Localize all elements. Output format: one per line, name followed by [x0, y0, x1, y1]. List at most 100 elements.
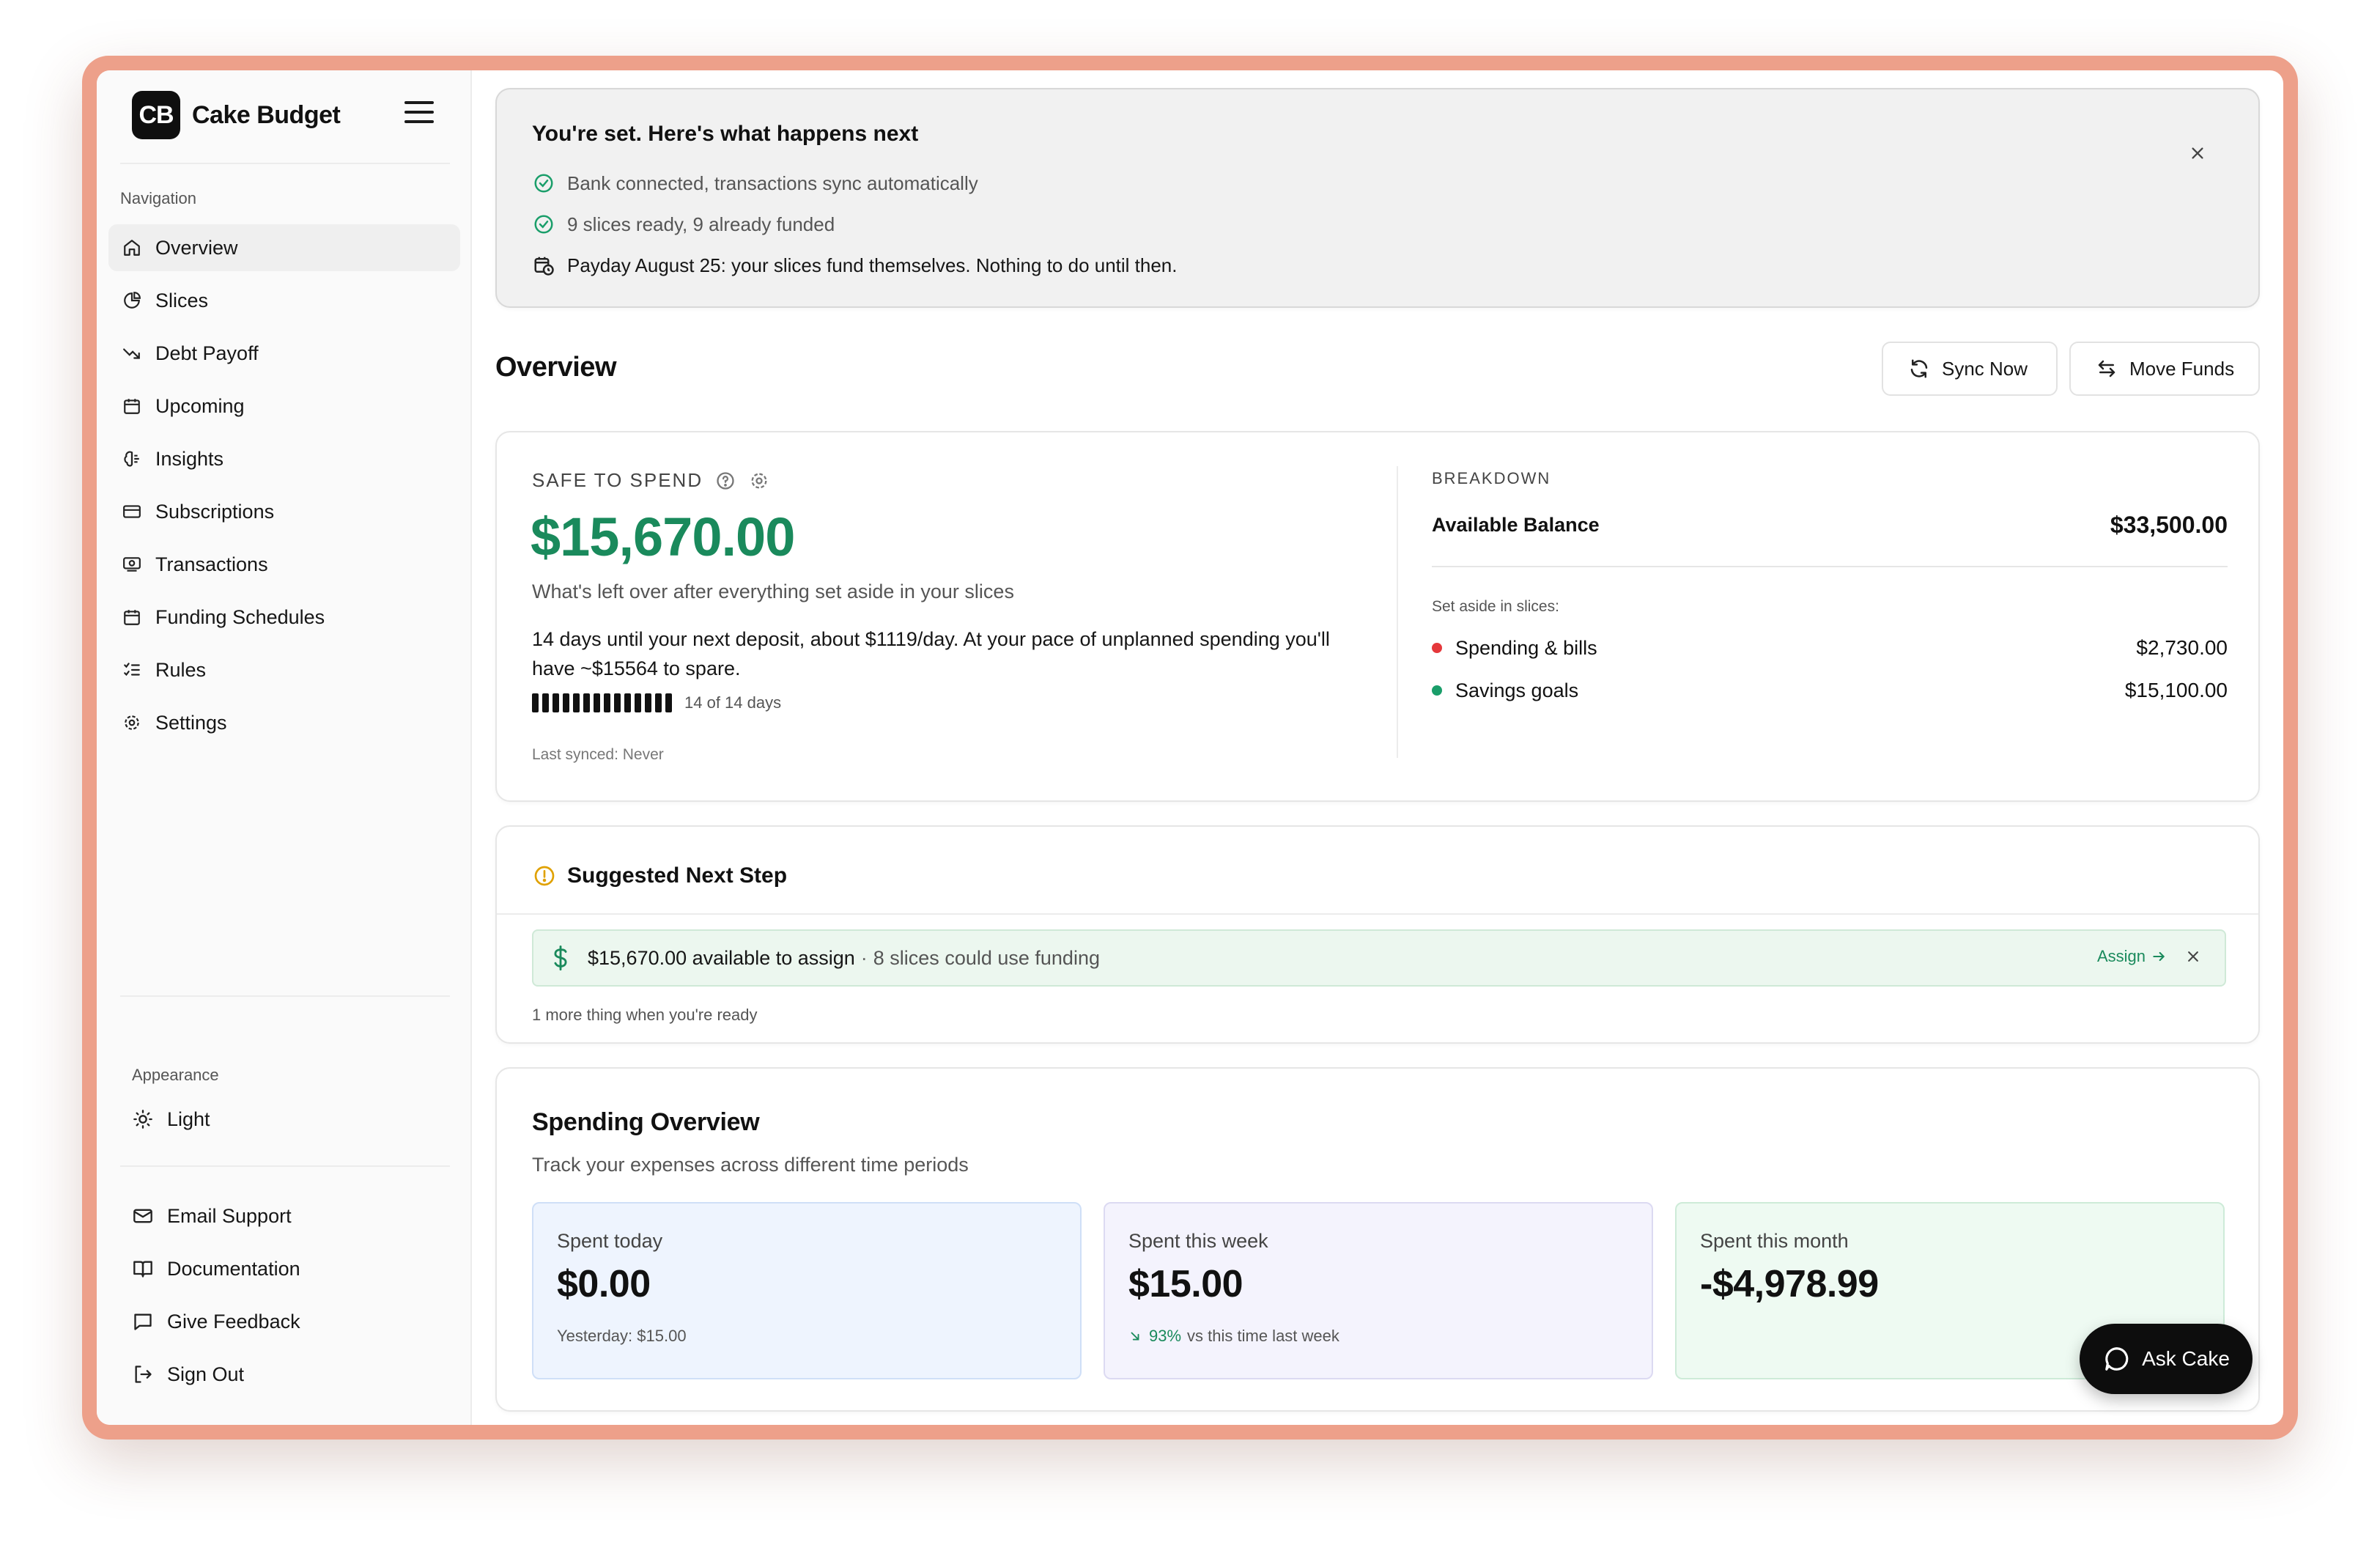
- sign-out-icon: [132, 1363, 154, 1385]
- tile-label: Spent this month: [1700, 1230, 1849, 1252]
- sidebar-item-funding-schedules[interactable]: Funding Schedules: [108, 594, 460, 641]
- spending-overview-subtitle: Track your expenses across different tim…: [532, 1154, 969, 1176]
- day-tick: [655, 693, 662, 712]
- tile-label: Spent this week: [1128, 1230, 1268, 1252]
- sidebar-item-slices[interactable]: Slices: [108, 277, 460, 324]
- day-tick: [635, 693, 641, 712]
- sidebar-item-subscriptions[interactable]: Subscriptions: [108, 488, 460, 535]
- brand[interactable]: CB Cake Budget: [132, 91, 341, 139]
- sidebar-item-overview[interactable]: Overview: [108, 224, 460, 271]
- day-tick: [624, 693, 631, 712]
- sidebar-item-transactions[interactable]: Transactions: [108, 541, 460, 588]
- check-circle-icon: [532, 172, 555, 195]
- safe-to-spend-subtitle: What's left over after everything set as…: [532, 580, 1014, 602]
- arrow-down-right-icon: [1128, 1330, 1142, 1343]
- tile-label: Spent today: [557, 1230, 663, 1252]
- suggested-next-step-card: Suggested Next Step $15,670.00 available…: [495, 825, 2260, 1044]
- pie-chart-icon: [122, 290, 142, 311]
- breakdown-row-spending: Spending & bills $2,730.00: [1432, 636, 2228, 660]
- tile-spent-today: Spent today $0.00 Yesterday: $15.00: [532, 1202, 1082, 1379]
- give-feedback-link[interactable]: Give Feedback: [120, 1299, 450, 1344]
- footer-label: Sign Out: [167, 1363, 245, 1385]
- tile-footnote: Yesterday: $15.00: [557, 1327, 687, 1345]
- assign-separator: ·: [860, 946, 868, 969]
- banner-close-icon[interactable]: [2185, 141, 2210, 166]
- banner-row-text: 9 slices ready, 9 already funded: [567, 213, 835, 235]
- sidebar-item-label: Rules: [155, 658, 207, 681]
- help-circle-icon[interactable]: [714, 470, 736, 492]
- dismiss-close-icon[interactable]: [2182, 946, 2204, 968]
- tile-percent: 93%: [1149, 1327, 1182, 1345]
- assign-amount-text: $15,670.00 available to assign: [588, 946, 855, 969]
- sidebar-item-label: Insights: [155, 447, 224, 470]
- breakdown-row-value: $15,100.00: [2124, 679, 2228, 701]
- next-step-heading: Suggested Next Step: [532, 863, 787, 888]
- receipt-icon: [122, 554, 142, 575]
- sidebar-item-insights[interactable]: Insights: [108, 435, 460, 482]
- banner-title: You're set. Here's what happens next: [532, 122, 919, 146]
- day-tick: [583, 693, 590, 712]
- day-tick: [552, 693, 559, 712]
- days-progress: 14 of 14 days: [532, 693, 781, 712]
- tile-spent-this-week: Spent this week $15.00 93% vs this time …: [1104, 1202, 1653, 1379]
- sidebar-item-debt-payoff[interactable]: Debt Payoff: [108, 330, 460, 377]
- sidebar-item-label: Transactions: [155, 553, 268, 575]
- sync-now-label: Sync Now: [1942, 357, 2028, 380]
- assign-suggestion[interactable]: $15,670.00 available to assign · 8 slice…: [532, 929, 2226, 987]
- move-funds-button[interactable]: Move Funds: [2069, 342, 2260, 396]
- assign-label: Assign: [2096, 947, 2146, 965]
- theme-toggle[interactable]: Light: [120, 1096, 450, 1142]
- app-window: CB Cake Budget Navigation Overview Slice…: [97, 70, 2283, 1425]
- available-balance-value: $33,500.00: [2110, 512, 2228, 538]
- days-progress-label: 14 of 14 days: [684, 693, 782, 712]
- assign-detail: 8 slices could use funding: [873, 946, 1100, 969]
- more-thing-text: 1 more thing when you're ready: [532, 1006, 758, 1024]
- email-support-link[interactable]: Email Support: [120, 1193, 450, 1239]
- day-tick: [604, 693, 610, 712]
- sidebar-item-upcoming[interactable]: Upcoming: [108, 383, 460, 430]
- message-icon: [132, 1311, 154, 1333]
- book-icon: [132, 1258, 154, 1280]
- sidebar-divider: [120, 1165, 450, 1167]
- last-synced: Last synced: Never: [532, 746, 664, 763]
- red-dot-icon: [1432, 643, 1442, 653]
- ask-cake-label: Ask Cake: [2142, 1347, 2230, 1370]
- breakdown-row-name: Spending & bills: [1432, 637, 1597, 660]
- tile-value: $15.00: [1128, 1263, 1243, 1305]
- tile-value: $0.00: [557, 1263, 651, 1305]
- sun-icon: [132, 1108, 154, 1130]
- brand-logo: CB: [132, 91, 180, 139]
- sidebar-item-label: Debt Payoff: [155, 342, 259, 364]
- sidebar-item-label: Settings: [155, 711, 227, 734]
- breakdown-row-label: Spending & bills: [1455, 636, 1597, 659]
- assign-link[interactable]: Assign: [2097, 947, 2166, 966]
- banner-row: Payday August 25: your slices fund thems…: [532, 254, 1178, 277]
- hamburger-menu-icon[interactable]: [404, 101, 434, 128]
- available-balance-row: Available Balance $33,500.00: [1432, 512, 2228, 539]
- breakdown-title: BREAKDOWN: [1432, 469, 1551, 487]
- ask-cake-button[interactable]: Ask Cake: [2080, 1324, 2252, 1394]
- move-funds-label: Move Funds: [2129, 357, 2235, 380]
- documentation-link[interactable]: Documentation: [120, 1246, 450, 1291]
- onboarding-banner: You're set. Here's what happens next Ban…: [495, 88, 2260, 308]
- day-tick: [563, 693, 569, 712]
- home-icon: [122, 237, 142, 258]
- sign-out-link[interactable]: Sign Out: [120, 1352, 450, 1397]
- gear-icon[interactable]: [748, 470, 770, 492]
- sidebar-item-rules[interactable]: Rules: [108, 646, 460, 693]
- brain-icon: [122, 449, 142, 469]
- safe-to-spend-card: SAFE TO SPEND $15,670.00 What's left ove…: [495, 431, 2260, 802]
- spending-overview-card: Spending Overview Track your expenses ac…: [495, 1067, 2260, 1412]
- breakdown-divider: [1432, 566, 2228, 567]
- day-tick: [665, 693, 672, 712]
- banner-row: Bank connected, transactions sync automa…: [532, 172, 978, 195]
- sync-now-button[interactable]: Sync Now: [1882, 342, 2058, 396]
- breakdown-row-label: Savings goals: [1455, 679, 1579, 701]
- safe-to-spend-heading: SAFE TO SPEND: [532, 469, 770, 492]
- day-tick: [645, 693, 651, 712]
- trending-down-icon: [122, 343, 142, 364]
- days-progress-ticks: [532, 693, 676, 712]
- page-title: Overview: [495, 352, 617, 383]
- list-checks-icon: [122, 660, 142, 680]
- sidebar-item-settings[interactable]: Settings: [108, 699, 460, 746]
